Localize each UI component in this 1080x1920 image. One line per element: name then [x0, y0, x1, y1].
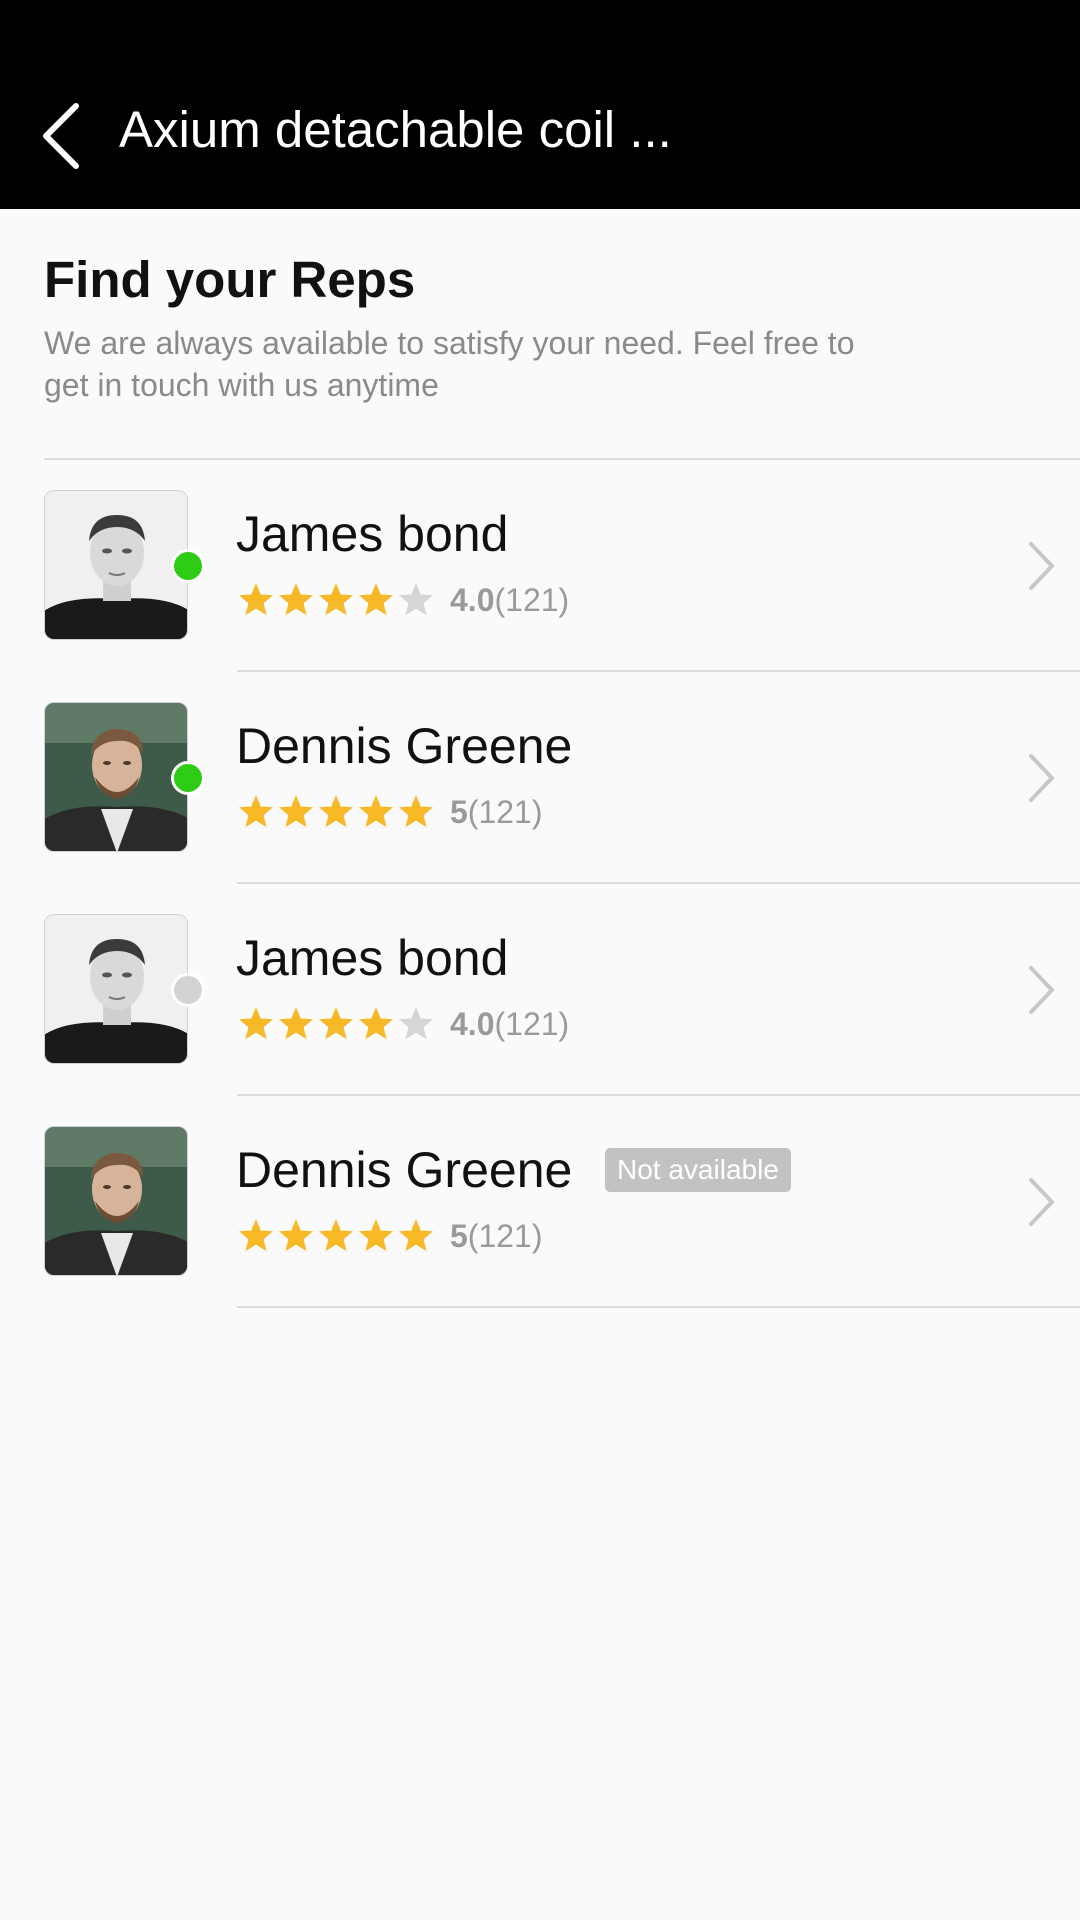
star-filled-icon: [359, 795, 393, 828]
rating: 5 (121): [236, 1214, 543, 1258]
chevron-right-icon: [1026, 964, 1056, 1016]
rating-count: (121): [467, 793, 543, 830]
rep-row[interactable]: James bond 4.0 (121): [0, 460, 1080, 672]
star-filled-icon: [359, 583, 393, 616]
star-rating: [236, 792, 436, 832]
chevron-left-icon: [43, 103, 79, 169]
online-status-indicator: [171, 549, 205, 583]
chevron-right-icon: [1026, 1176, 1056, 1228]
star-filled-icon: [359, 1219, 393, 1252]
star-rating: [236, 1004, 436, 1044]
not-available-badge: Not available: [605, 1148, 791, 1192]
chevron-right-icon: [1026, 540, 1056, 592]
reps-list: James bond 4.0 (121) Dennis Greene 5 (12…: [0, 460, 1080, 1308]
star-filled-icon: [399, 795, 433, 828]
rating: 5 (121): [236, 790, 543, 834]
rating: 4.0 (121): [236, 578, 569, 622]
star-filled-icon: [319, 583, 353, 616]
chevron-right-icon: [1026, 752, 1056, 804]
star-filled-icon: [359, 1007, 393, 1040]
rating: 4.0 (121): [236, 1002, 569, 1046]
star-filled-icon: [399, 1219, 433, 1252]
page-description: We are always available to satisfy your …: [44, 325, 855, 403]
star-filled-icon: [319, 1219, 353, 1252]
rating-value: 4.0: [450, 1005, 495, 1042]
online-status-indicator: [171, 761, 205, 795]
rating-count: (121): [494, 581, 570, 618]
rep-name: James bond: [236, 930, 509, 986]
offline-status-indicator: [171, 973, 205, 1007]
star-filled-icon: [279, 795, 313, 828]
star-filled-icon: [279, 583, 313, 616]
intro-section: Find your Reps We are always available t…: [44, 248, 1044, 406]
rep-name: James bond: [236, 506, 509, 562]
star-rating: [236, 1216, 436, 1256]
rep-row[interactable]: James bond 4.0 (121): [0, 884, 1080, 1096]
row-divider: [237, 1306, 1080, 1308]
app-header: Axium detachable coil ...: [0, 0, 1080, 209]
avatar: [44, 914, 188, 1064]
back-button[interactable]: [36, 96, 90, 176]
rep-row[interactable]: Dennis Greene 5 (121): [0, 672, 1080, 884]
rating-value: 5: [450, 1217, 468, 1254]
rep-name: Dennis Greene: [236, 1142, 573, 1198]
star-empty-icon: [399, 583, 433, 616]
rep-name: Dennis Greene: [236, 718, 573, 774]
rep-row[interactable]: Dennis Greene 5 (121): [0, 1096, 1080, 1308]
rating-value: 5: [450, 793, 468, 830]
avatar: [44, 702, 188, 852]
page-title: Find your Reps: [44, 251, 416, 308]
star-empty-icon: [399, 1007, 433, 1040]
star-filled-icon: [239, 795, 273, 828]
header-title: Axium detachable coil ...: [119, 101, 672, 158]
star-filled-icon: [279, 1219, 313, 1252]
star-filled-icon: [239, 1219, 273, 1252]
star-filled-icon: [239, 1007, 273, 1040]
star-filled-icon: [279, 1007, 313, 1040]
rating-count: (121): [467, 1217, 543, 1254]
star-filled-icon: [319, 795, 353, 828]
avatar: [44, 1126, 188, 1276]
star-filled-icon: [239, 583, 273, 616]
avatar: [44, 490, 188, 640]
star-filled-icon: [319, 1007, 353, 1040]
rating-value: 4.0: [450, 581, 495, 618]
star-rating: [236, 580, 436, 620]
rating-count: (121): [494, 1005, 570, 1042]
